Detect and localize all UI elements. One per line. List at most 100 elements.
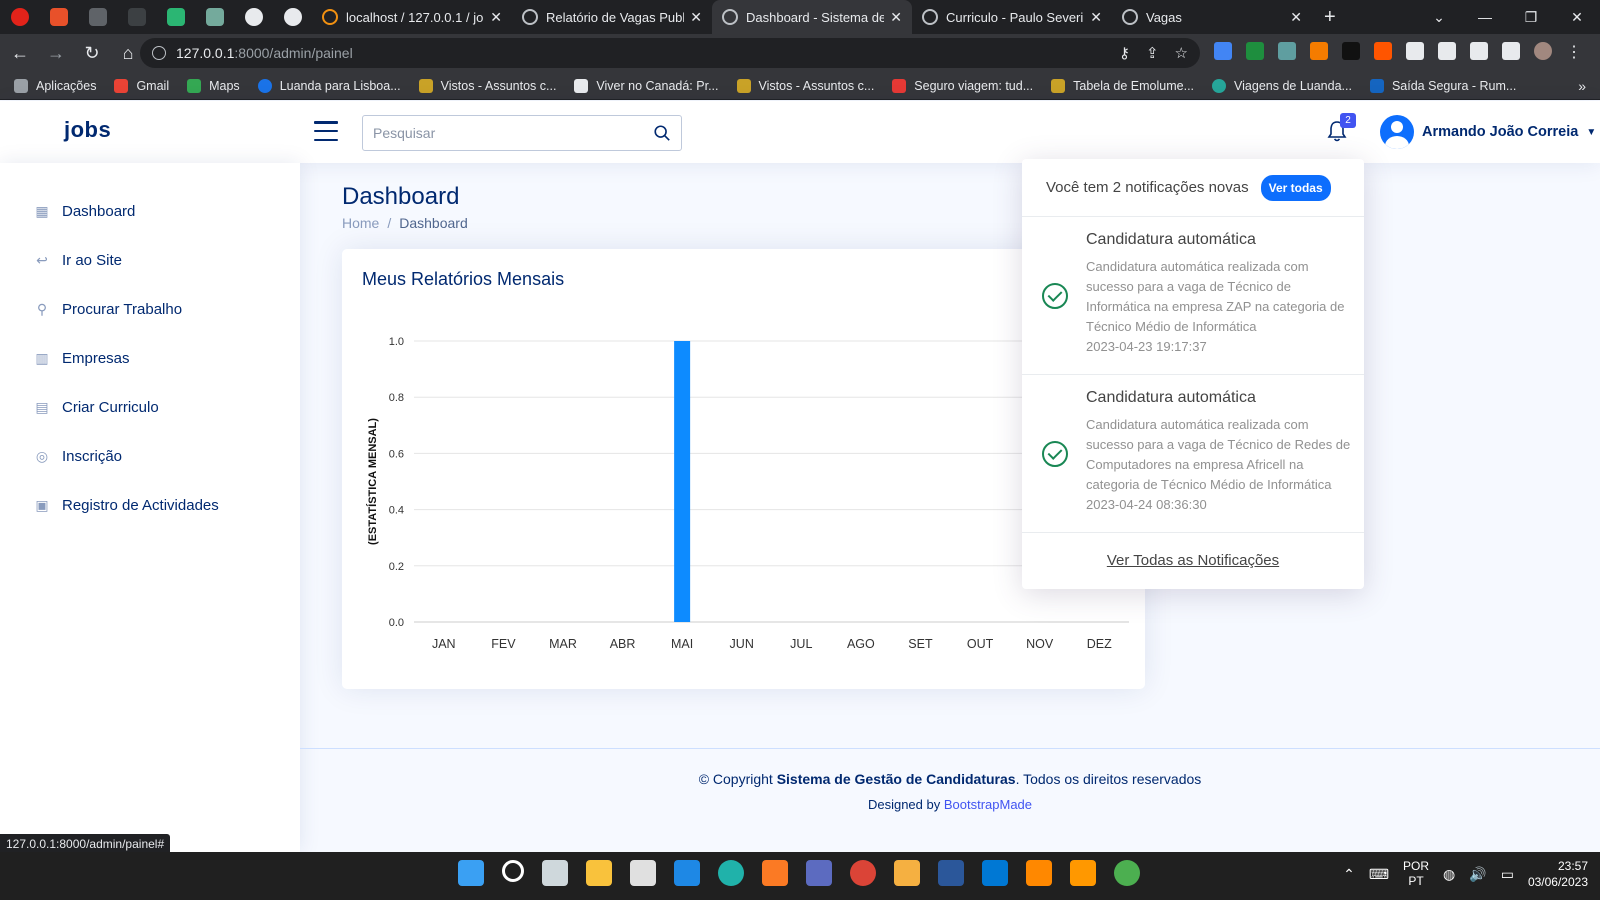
extension-icon[interactable]	[1406, 42, 1424, 60]
close-tab-icon[interactable]: ✕	[890, 9, 902, 26]
app-icon[interactable]	[806, 860, 832, 886]
pinned-tab[interactable]	[273, 0, 312, 34]
chevron-up-icon[interactable]: ⌃	[1343, 866, 1355, 883]
close-tab-icon[interactable]: ✕	[1290, 9, 1302, 26]
mail-icon[interactable]	[674, 860, 700, 886]
close-window-button[interactable]: ✕	[1554, 9, 1600, 26]
pinned-tab[interactable]	[117, 0, 156, 34]
sidebar-item-procurar-trabalho[interactable]: ⚲ Procurar Trabalho	[0, 285, 300, 334]
store-icon[interactable]	[630, 860, 656, 886]
browser-tab[interactable]: localhost / 127.0.0.1 / jobs ✕	[312, 0, 512, 34]
designer-link[interactable]: BootstrapMade	[944, 797, 1032, 812]
toggle-sidebar-button[interactable]	[314, 121, 338, 141]
menu-icon[interactable]: ⋮	[1566, 42, 1582, 61]
x-tick-label: OUT	[967, 637, 994, 651]
browser-tab-active[interactable]: Dashboard - Sistema de G✕	[712, 0, 912, 34]
share-icon[interactable]: ⇪	[1146, 44, 1159, 62]
vscode-icon[interactable]	[982, 860, 1008, 886]
tab-search-icon[interactable]: ⌄	[1416, 9, 1462, 26]
restore-button[interactable]: ❐	[1508, 9, 1554, 26]
bookmark[interactable]: Vistos - Assuntos c...	[736, 78, 874, 93]
view-all-badge[interactable]: Ver todas	[1260, 174, 1331, 201]
close-tab-icon[interactable]: ✕	[1090, 9, 1102, 26]
minimize-button[interactable]: —	[1462, 9, 1508, 25]
site-info-icon[interactable]	[152, 46, 166, 60]
extension-icon[interactable]	[1438, 42, 1456, 60]
browser-tab[interactable]: Curriculo - Paulo Severino ✕	[912, 0, 1112, 34]
media-icon[interactable]	[894, 860, 920, 886]
profile-avatar[interactable]	[1534, 42, 1552, 60]
grid-icon: ▦	[35, 203, 49, 219]
sidebar-item-ir-ao-site[interactable]: ↩ Ir ao Site	[0, 236, 300, 285]
search-icon[interactable]	[653, 124, 671, 142]
notification-item[interactable]: Candidatura automática Candidatura autom…	[1022, 217, 1364, 375]
bookmark[interactable]: Viver no Canadá: Pr...	[574, 78, 719, 93]
battery-icon[interactable]: ▭	[1501, 866, 1514, 883]
pinned-tab[interactable]	[78, 0, 117, 34]
pinned-tab[interactable]	[156, 0, 195, 34]
url-field[interactable]: 127.0.0.1:8000/admin/painel ⚷ ⇪ ☆	[140, 38, 1200, 68]
keyboard-icon[interactable]: ⌨	[1369, 866, 1389, 883]
file-explorer-icon[interactable]	[586, 860, 612, 886]
sidebar-item-criar-curriculo[interactable]: ▤ Criar Curriculo	[0, 383, 300, 432]
bookmark[interactable]: Luanda para Lisboa...	[257, 78, 401, 93]
puzzle-icon[interactable]	[1470, 42, 1488, 60]
breadcrumb-home[interactable]: Home	[342, 215, 379, 231]
search-input[interactable]	[373, 125, 653, 141]
view-all-notifications-link[interactable]: Ver Todas as Notificações	[1022, 533, 1364, 587]
network-icon[interactable]: ◍	[1443, 866, 1455, 883]
search-icon[interactable]	[502, 860, 524, 882]
clock[interactable]: 23:57 03/06/2023	[1528, 858, 1588, 890]
bookmark[interactable]: Gmail	[114, 78, 169, 93]
close-tab-icon[interactable]: ✕	[690, 9, 702, 26]
bookmark[interactable]: Viagens de Luanda...	[1212, 78, 1352, 93]
edge-icon[interactable]	[718, 860, 744, 886]
extension-icon[interactable]	[1246, 42, 1264, 60]
vlc-icon[interactable]	[1026, 860, 1052, 886]
chrome-icon[interactable]	[1114, 860, 1140, 886]
soundcloud-icon[interactable]	[1374, 42, 1392, 60]
bookmark[interactable]: Vistos - Assuntos c...	[418, 78, 556, 93]
reload-button[interactable]: ↻	[76, 43, 108, 64]
back-button[interactable]: ←	[4, 43, 36, 64]
windows-start-icon[interactable]	[458, 860, 484, 886]
sidebar-item-inscricao[interactable]: ◎ Inscrição	[0, 432, 300, 481]
profile-dropdown[interactable]: Armando João Correia ▼	[1380, 115, 1596, 149]
app-icon[interactable]	[1070, 860, 1096, 886]
pinned-tab[interactable]	[234, 0, 273, 34]
extension-icon[interactable]	[1278, 42, 1296, 60]
new-tab-button[interactable]: +	[1324, 6, 1336, 29]
bookmark[interactable]: Saída Segura - Rum...	[1369, 78, 1516, 93]
notification-item[interactable]: Candidatura automática Candidatura autom…	[1022, 375, 1364, 533]
chrome-icon[interactable]	[850, 860, 876, 886]
sidebar-item-dashboard[interactable]: ▦ Dashboard	[0, 187, 300, 236]
xampp-icon[interactable]	[762, 860, 788, 886]
bookmarks-more-icon[interactable]: »	[1578, 78, 1586, 94]
key-icon[interactable]: ⚷	[1119, 44, 1130, 62]
word-icon[interactable]	[938, 860, 964, 886]
logo[interactable]: jobs	[64, 117, 111, 143]
bookmark[interactable]: Maps	[187, 78, 240, 93]
bookmark[interactable]: Tabela de Emolume...	[1051, 78, 1194, 93]
taskbar-apps	[458, 860, 1140, 886]
extension-icon[interactable]	[1342, 42, 1360, 60]
star-icon[interactable]: ☆	[1175, 44, 1188, 62]
translate-icon[interactable]	[1214, 42, 1232, 60]
bookmark-apps[interactable]: Aplicações	[14, 78, 96, 93]
browser-tab[interactable]: Relatório de Vagas Publicad✕	[512, 0, 712, 34]
pinned-tab[interactable]	[39, 0, 78, 34]
pinned-tab[interactable]	[0, 0, 39, 34]
download-icon[interactable]	[1310, 42, 1328, 60]
volume-icon[interactable]: 🔊	[1469, 866, 1486, 883]
globe-icon	[1212, 78, 1227, 93]
forward-button[interactable]: →	[40, 43, 72, 64]
input-language[interactable]: POR PT	[1403, 859, 1429, 889]
sidepanel-icon[interactable]	[1502, 42, 1520, 60]
sidebar-item-registro-actividades[interactable]: ▣ Registro de Actividades	[0, 481, 300, 530]
sidebar-item-empresas[interactable]: ▥ Empresas	[0, 334, 300, 383]
browser-tab[interactable]: Vagas ✕	[1112, 0, 1312, 34]
close-tab-icon[interactable]: ✕	[490, 9, 502, 26]
pinned-tab[interactable]	[195, 0, 234, 34]
bookmark[interactable]: Seguro viagem: tud...	[892, 78, 1033, 93]
task-view-icon[interactable]	[542, 860, 568, 886]
